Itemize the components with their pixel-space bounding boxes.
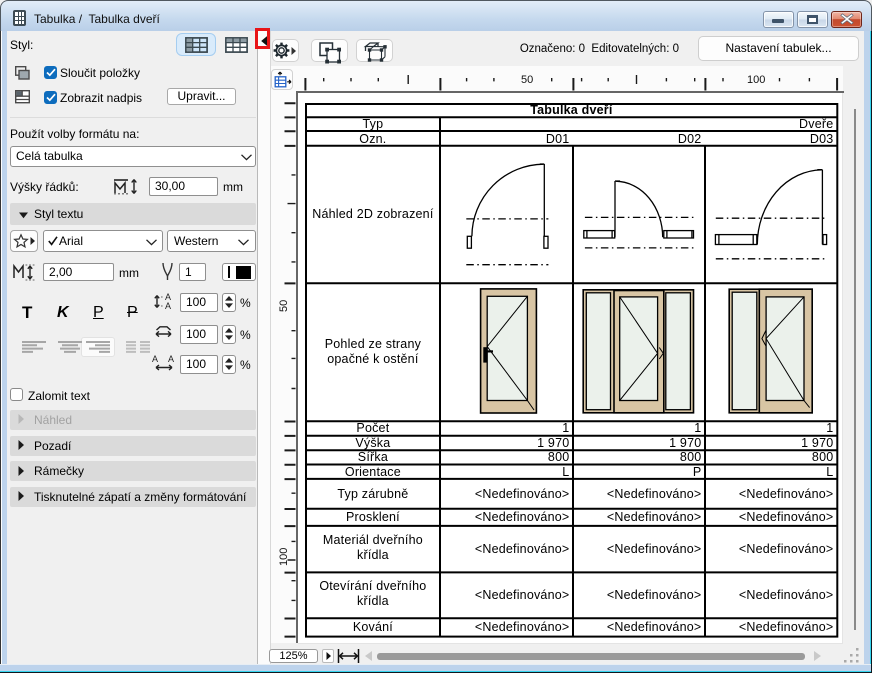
svg-text:A: A [168, 354, 174, 364]
svg-text:100: 100 [747, 74, 765, 86]
svg-text:A: A [165, 301, 171, 311]
svg-text:50: 50 [521, 74, 533, 86]
svg-text:100: 100 [278, 548, 290, 566]
svg-text:50: 50 [278, 300, 290, 312]
svg-text:A: A [152, 354, 158, 364]
